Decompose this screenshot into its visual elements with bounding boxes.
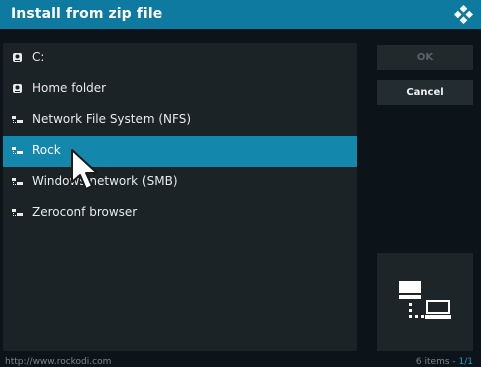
kodi-logo-icon (454, 5, 473, 24)
source-list: C: Home folder Network File System (NFS)… (3, 43, 357, 351)
cancel-button[interactable]: Cancel (377, 80, 473, 105)
ok-button[interactable]: OK (377, 45, 473, 70)
network-share-icon (12, 147, 23, 154)
source-item-label: C: (32, 50, 45, 64)
dialog-header: Install from zip file (0, 0, 481, 29)
source-item-rock[interactable]: Rock (3, 136, 357, 167)
source-item-label: Zeroconf browser (32, 205, 138, 219)
source-item-label: Network File System (NFS) (32, 112, 192, 126)
source-item-label: Rock (32, 143, 61, 157)
footer-url: http://www.rockodi.com (5, 357, 112, 367)
source-item-smb[interactable]: Windows network (SMB) (3, 167, 357, 198)
drive-icon (13, 53, 22, 62)
source-item-zeroconf[interactable]: Zeroconf browser (3, 198, 357, 229)
source-preview-panel (377, 253, 473, 351)
drive-icon (13, 84, 22, 93)
source-item-label: Windows network (SMB) (32, 174, 178, 188)
footer-item-count: 6 items - 1/1 (416, 357, 473, 367)
source-item-home-folder[interactable]: Home folder (3, 74, 357, 105)
source-item-c-drive[interactable]: C: (3, 43, 357, 74)
source-item-nfs[interactable]: Network File System (NFS) (3, 105, 357, 136)
network-share-icon (12, 178, 23, 185)
mouse-cursor-icon (71, 149, 98, 190)
dialog-title: Install from zip file (11, 6, 163, 22)
source-item-label: Home folder (32, 81, 107, 95)
network-icon (399, 281, 451, 319)
page-indicator: 1/1 (458, 357, 473, 367)
network-share-icon (12, 116, 23, 123)
network-share-icon (12, 209, 23, 216)
item-count-text: 6 items - (415, 357, 459, 367)
